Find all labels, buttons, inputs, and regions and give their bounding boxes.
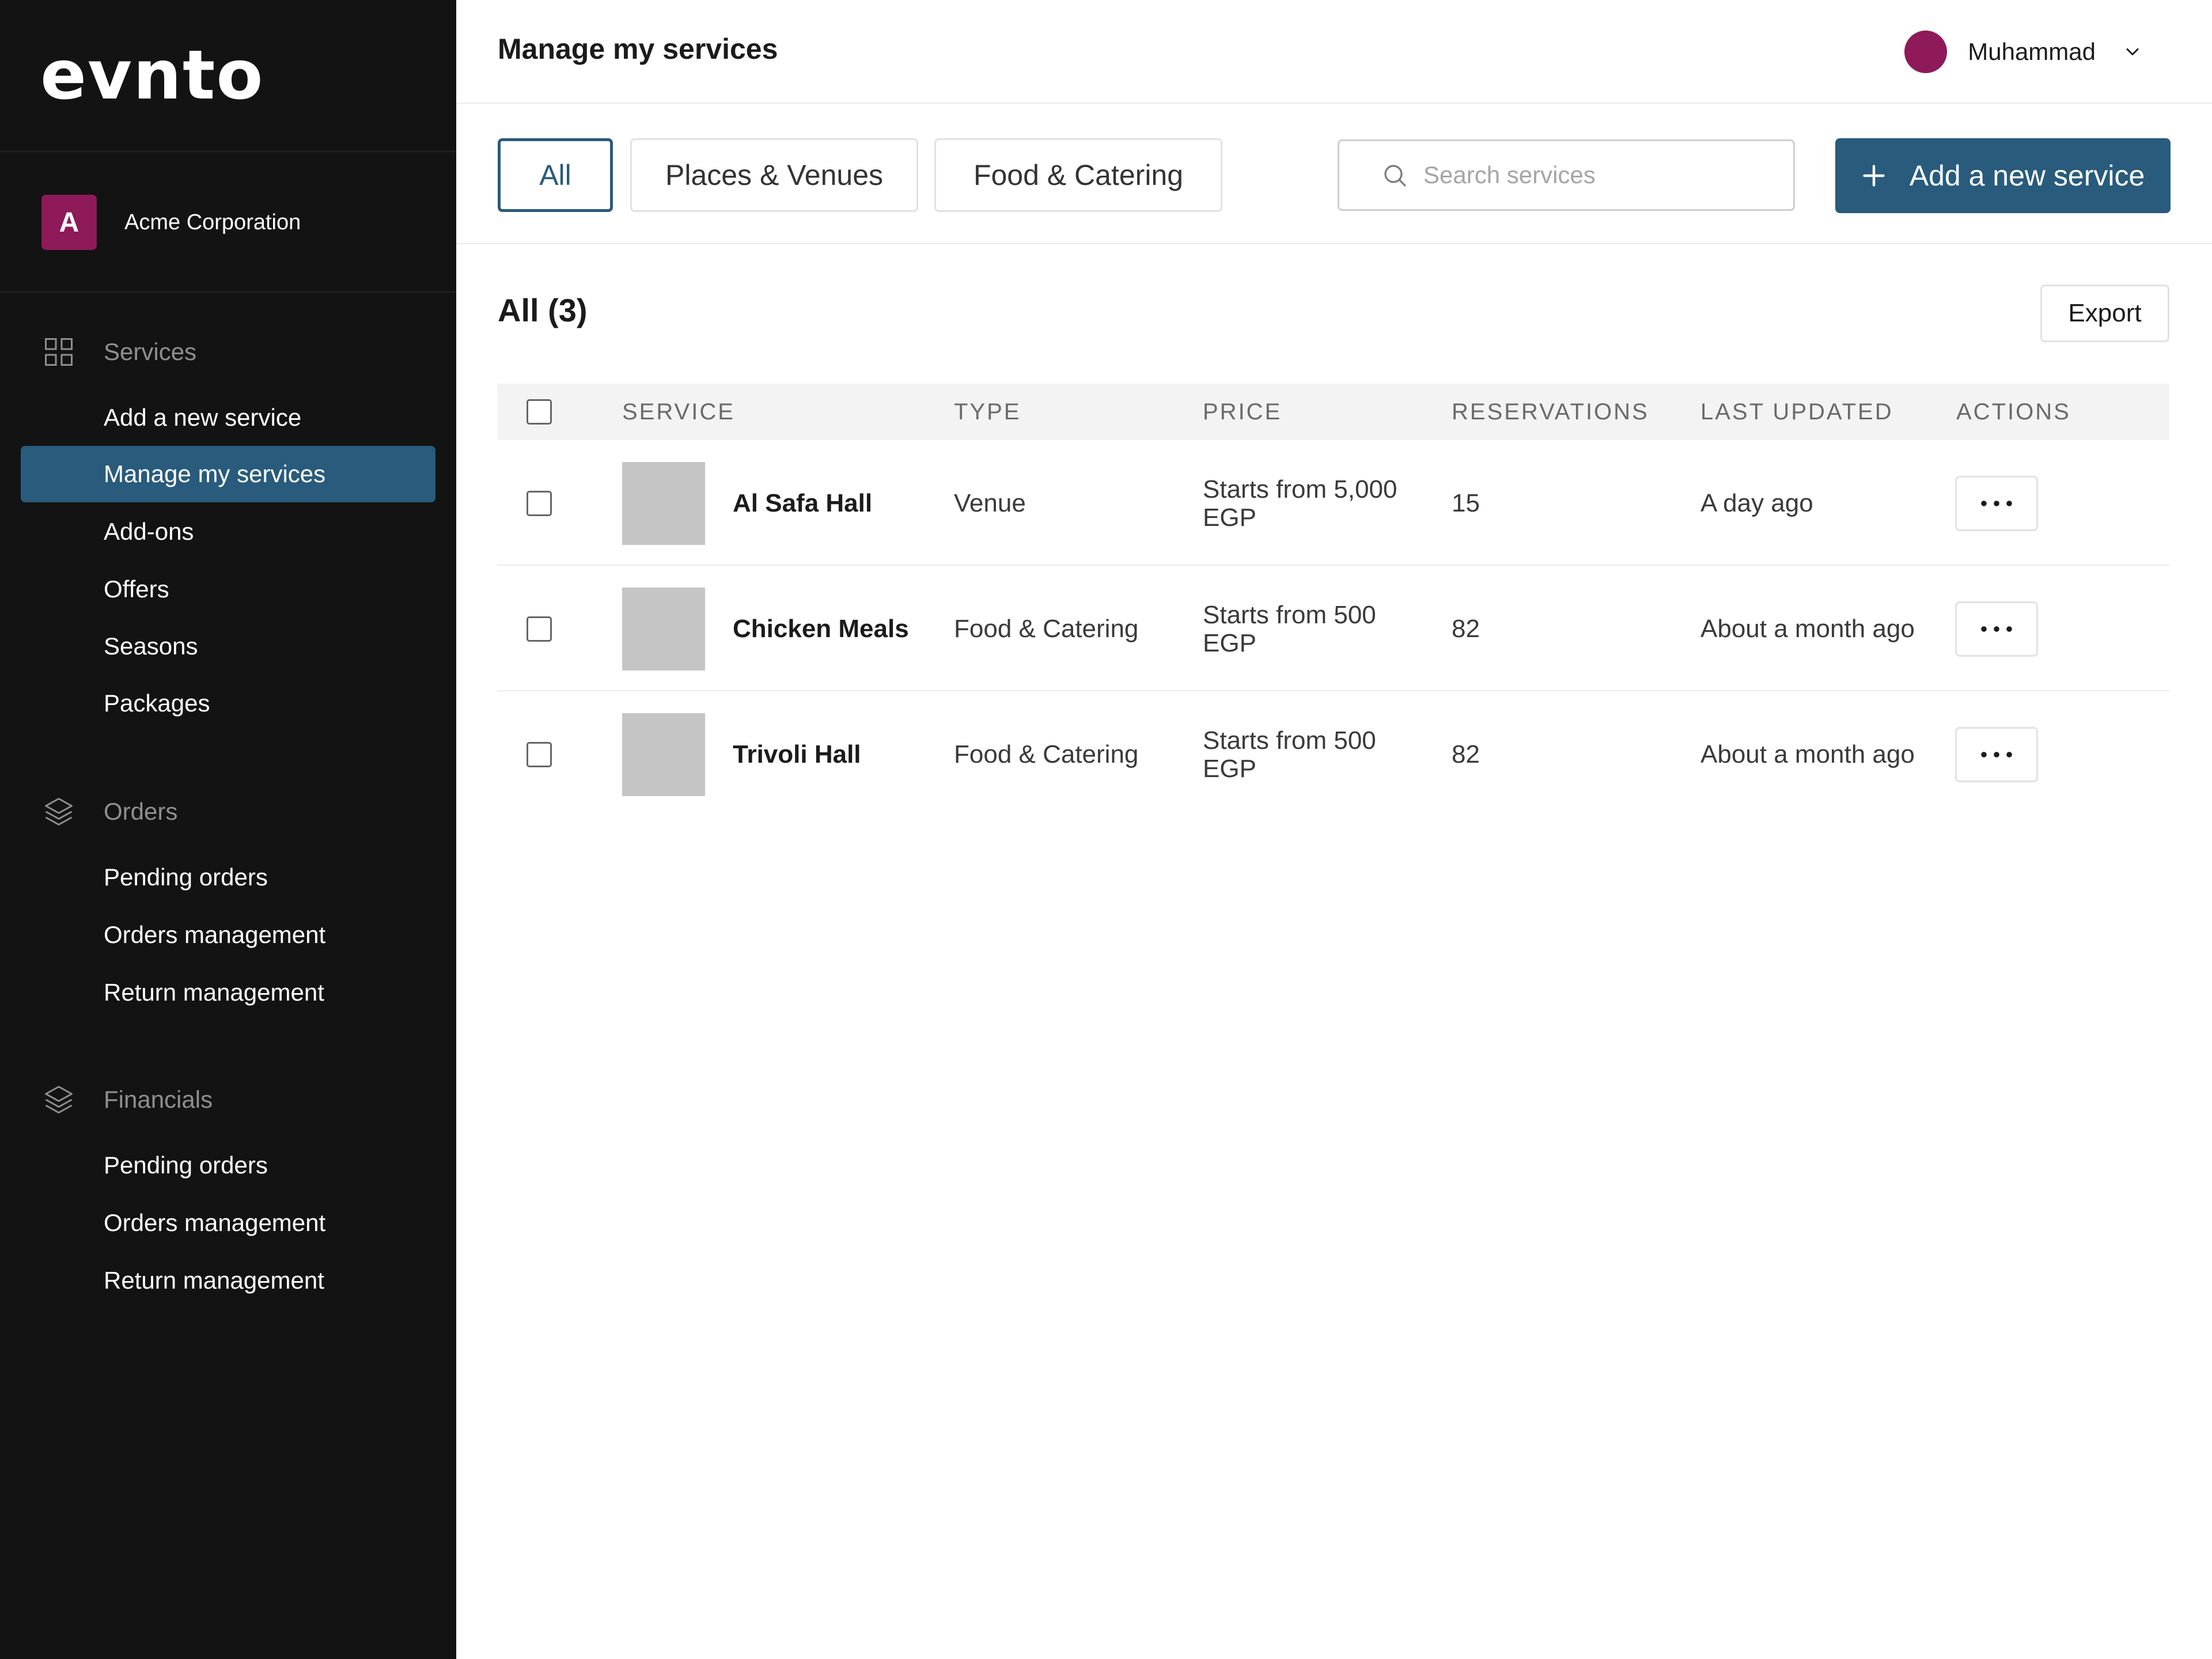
- service-reservations: 15: [1452, 489, 1480, 517]
- sidebar-divider: [0, 291, 456, 293]
- search-input[interactable]: [1423, 161, 1769, 189]
- search-box[interactable]: [1338, 139, 1795, 211]
- org-avatar: A: [41, 195, 97, 250]
- col-type: TYPE: [954, 399, 1021, 425]
- sidebar-item-pending-orders[interactable]: Pending orders: [104, 857, 268, 897]
- org-switcher[interactable]: A Acme Corporation: [41, 195, 301, 250]
- org-name: Acme Corporation: [124, 210, 301, 234]
- layers-icon: [45, 1086, 73, 1113]
- tab-places-venues[interactable]: Places & Venues: [630, 138, 918, 212]
- select-all-checkbox[interactable]: [527, 399, 552, 425]
- table-row[interactable]: Chicken Meals Food & Catering Starts fro…: [498, 567, 2169, 691]
- row-actions-button[interactable]: [1955, 601, 2038, 657]
- search-icon: [1384, 165, 1406, 187]
- table-row[interactable]: Trivoli Hall Food & Catering Starts from…: [498, 692, 2169, 817]
- user-menu[interactable]: Muhammad: [1904, 30, 2143, 74]
- service-type: Venue: [954, 489, 1026, 517]
- sidebar-item-add-service[interactable]: Add a new service: [104, 397, 301, 438]
- more-horizontal-icon: [1981, 752, 2012, 757]
- service-reservations: 82: [1452, 740, 1480, 768]
- table-header: SERVICE TYPE PRICE RESERVATIONS LAST UPD…: [498, 384, 2169, 440]
- add-service-button[interactable]: Add a new service: [1835, 138, 2171, 213]
- sidebar-item-fin-orders-management[interactable]: Orders management: [104, 1203, 325, 1243]
- service-price: Starts from 500 EGP: [1203, 726, 1376, 783]
- sidebar-item-seasons[interactable]: Seasons: [104, 626, 198, 666]
- service-price: Starts from 500 EGP: [1203, 600, 1376, 657]
- more-horizontal-icon: [1981, 626, 2012, 632]
- service-thumbnail: [622, 588, 705, 671]
- evnto-logo[interactable]: evnto: [40, 41, 264, 109]
- service-type: Food & Catering: [954, 740, 1139, 768]
- service-name[interactable]: Chicken Meals: [733, 567, 909, 691]
- sidebar-item-return-management[interactable]: Return management: [104, 972, 324, 1013]
- service-last-updated: A day ago: [1700, 489, 1813, 517]
- page-title: Manage my services: [498, 33, 778, 65]
- sidebar-item-offers[interactable]: Offers: [104, 569, 169, 609]
- col-actions: ACTIONS: [1956, 399, 2071, 425]
- col-reservations: RESERVATIONS: [1452, 399, 1649, 425]
- sidebar-item-packages[interactable]: Packages: [104, 683, 210, 724]
- chevron-down-icon: [2126, 48, 2139, 55]
- table-row[interactable]: Al Safa Hall Venue Starts from 5,000 EGP …: [498, 441, 2169, 566]
- sidebar-item-fin-return-management[interactable]: Return management: [104, 1260, 324, 1301]
- user-name: Muhammad: [1968, 38, 2096, 65]
- export-button[interactable]: Export: [2040, 285, 2169, 342]
- service-type: Food & Catering: [954, 615, 1139, 643]
- service-name[interactable]: Al Safa Hall: [733, 441, 872, 566]
- col-last-updated: LAST UPDATED: [1700, 399, 1893, 425]
- sidebar-divider: [0, 151, 456, 152]
- topbar: Manage my services Muhammad: [456, 0, 2212, 104]
- row-checkbox[interactable]: [527, 491, 552, 516]
- sidebar: evnto A Acme Corporation Services Add a …: [0, 0, 456, 1659]
- row-actions-button[interactable]: [1955, 476, 2038, 531]
- list-count-title: All (3): [498, 292, 588, 328]
- service-name[interactable]: Trivoli Hall: [733, 692, 861, 817]
- sidebar-item-fin-pending-orders[interactable]: Pending orders: [104, 1145, 268, 1185]
- section-services: Services: [41, 332, 196, 372]
- more-horizontal-icon: [1981, 501, 2012, 506]
- filter-bar: All Places & Venues Food & Catering Add …: [456, 105, 2212, 244]
- sidebar-item-add-ons[interactable]: Add-ons: [104, 512, 194, 552]
- service-thumbnail: [622, 462, 705, 545]
- service-price: Starts from 5,000 EGP: [1203, 475, 1397, 532]
- sidebar-item-orders-management[interactable]: Orders management: [104, 915, 325, 955]
- section-financials: Financials: [41, 1080, 213, 1120]
- row-checkbox[interactable]: [527, 616, 552, 642]
- service-reservations: 82: [1452, 615, 1480, 643]
- grid-icon: [45, 338, 73, 366]
- plus-icon: [1863, 165, 1885, 187]
- sidebar-item-manage-services[interactable]: Manage my services: [21, 446, 435, 502]
- row-actions-button[interactable]: [1955, 727, 2038, 782]
- layers-icon: [45, 798, 73, 825]
- section-orders: Orders: [41, 791, 177, 832]
- col-service: SERVICE: [622, 399, 735, 425]
- tab-all[interactable]: All: [498, 138, 613, 212]
- avatar: [1904, 31, 1948, 73]
- service-thumbnail: [622, 713, 705, 796]
- col-price: PRICE: [1203, 399, 1282, 425]
- row-checkbox[interactable]: [527, 742, 552, 767]
- tab-food-catering[interactable]: Food & Catering: [934, 138, 1222, 212]
- service-last-updated: About a month ago: [1700, 615, 1915, 643]
- service-last-updated: About a month ago: [1700, 740, 1915, 768]
